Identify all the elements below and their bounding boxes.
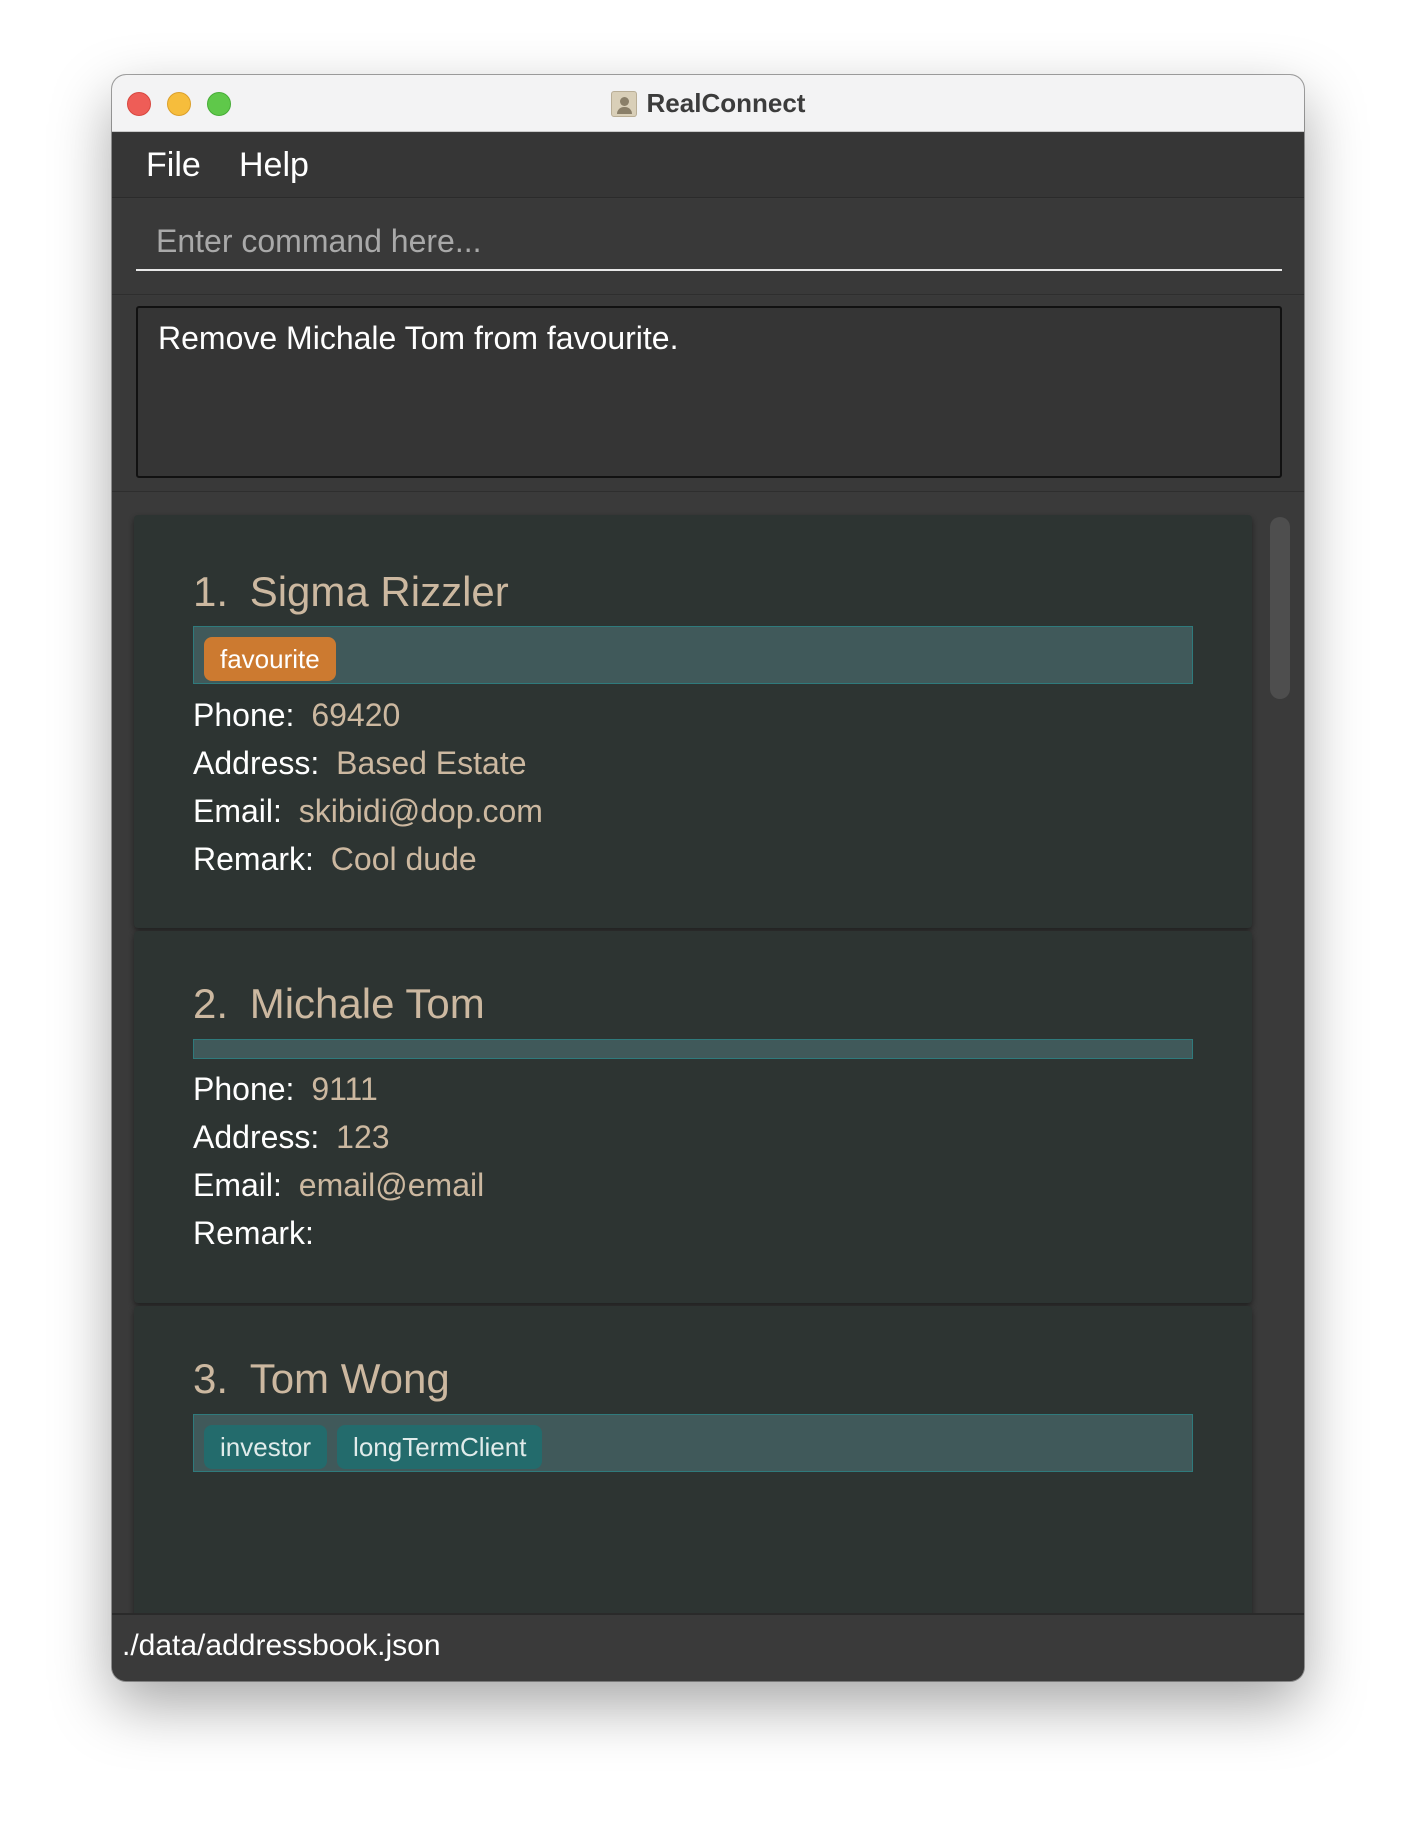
remark-label: Remark: xyxy=(193,1215,314,1251)
phone-value: 9111 xyxy=(311,1071,378,1107)
phone-value: 69420 xyxy=(311,697,401,733)
result-display: Remove Michale Tom from favourite. xyxy=(136,306,1282,478)
command-box-area xyxy=(112,199,1304,295)
person-name: 1. Sigma Rizzler xyxy=(193,568,509,616)
email-label: Email: xyxy=(193,1167,282,1203)
address-label: Address: xyxy=(193,1119,320,1155)
person-index: 3. xyxy=(193,1355,229,1402)
menu-bar: File Help xyxy=(112,133,1304,198)
tag-long-term-client: longTermClient xyxy=(337,1425,543,1469)
title-bar[interactable]: RealConnect xyxy=(112,75,1304,132)
email-label: Email: xyxy=(193,793,282,829)
address-value: 123 xyxy=(336,1119,390,1155)
remark-label: Remark: xyxy=(193,841,314,877)
person-card[interactable]: 2. Michale Tom Phone: 9111 Address: 123 … xyxy=(134,931,1252,1303)
window-title: RealConnect xyxy=(646,88,806,118)
status-bar: ./data/addressbook.json xyxy=(112,1613,1304,1681)
person-list[interactable]: 1. Sigma Rizzler favourite Phone: 69420 … xyxy=(112,493,1304,1613)
email-field: Email: skibidi@dop.com xyxy=(193,793,543,830)
person-name-text: Tom Wong xyxy=(249,1355,450,1402)
person-card[interactable]: 1. Sigma Rizzler favourite Phone: 69420 … xyxy=(134,515,1252,928)
person-name-text: Michale Tom xyxy=(249,980,485,1027)
remark-field: Remark: xyxy=(193,1215,322,1252)
phone-field: Phone: 69420 xyxy=(193,697,400,734)
person-card[interactable]: 3. Tom Wong investor longTermClient xyxy=(134,1306,1252,1613)
scrollbar-thumb[interactable] xyxy=(1270,517,1290,699)
person-name-text: Sigma Rizzler xyxy=(249,568,509,615)
address-value: Based Estate xyxy=(336,745,527,781)
result-display-area: Remove Michale Tom from favourite. xyxy=(112,296,1304,492)
phone-label: Phone: xyxy=(193,697,295,733)
tag-bar: favourite xyxy=(193,626,1193,684)
contacts-book-icon xyxy=(610,90,637,117)
phone-field: Phone: 9111 xyxy=(193,1071,378,1108)
email-value: skibidi@dop.com xyxy=(298,793,543,829)
address-field: Address: 123 xyxy=(193,1119,390,1156)
tag-favourite: favourite xyxy=(204,637,336,681)
tag-bar xyxy=(193,1039,1193,1059)
remark-value: Cool dude xyxy=(330,841,477,877)
window-title-group: RealConnect xyxy=(112,75,1304,132)
address-label: Address: xyxy=(193,745,320,781)
phone-label: Phone: xyxy=(193,1071,295,1107)
command-input[interactable] xyxy=(136,213,1282,271)
email-value: email@email xyxy=(298,1167,485,1203)
address-field: Address: Based Estate xyxy=(193,745,527,782)
tag-bar: investor longTermClient xyxy=(193,1414,1193,1472)
person-index: 2. xyxy=(193,980,229,1027)
person-name: 3. Tom Wong xyxy=(193,1355,450,1403)
menu-file[interactable]: File xyxy=(146,146,201,185)
email-field: Email: email@email xyxy=(193,1167,484,1204)
menu-help[interactable]: Help xyxy=(239,146,309,185)
person-index: 1. xyxy=(193,568,229,615)
remark-field: Remark: Cool dude xyxy=(193,841,477,878)
tag-investor: investor xyxy=(204,1425,328,1469)
save-location: ./data/addressbook.json xyxy=(122,1629,441,1662)
app-window: RealConnect File Help Remove Michale Tom… xyxy=(112,75,1304,1681)
person-name: 2. Michale Tom xyxy=(193,980,485,1028)
